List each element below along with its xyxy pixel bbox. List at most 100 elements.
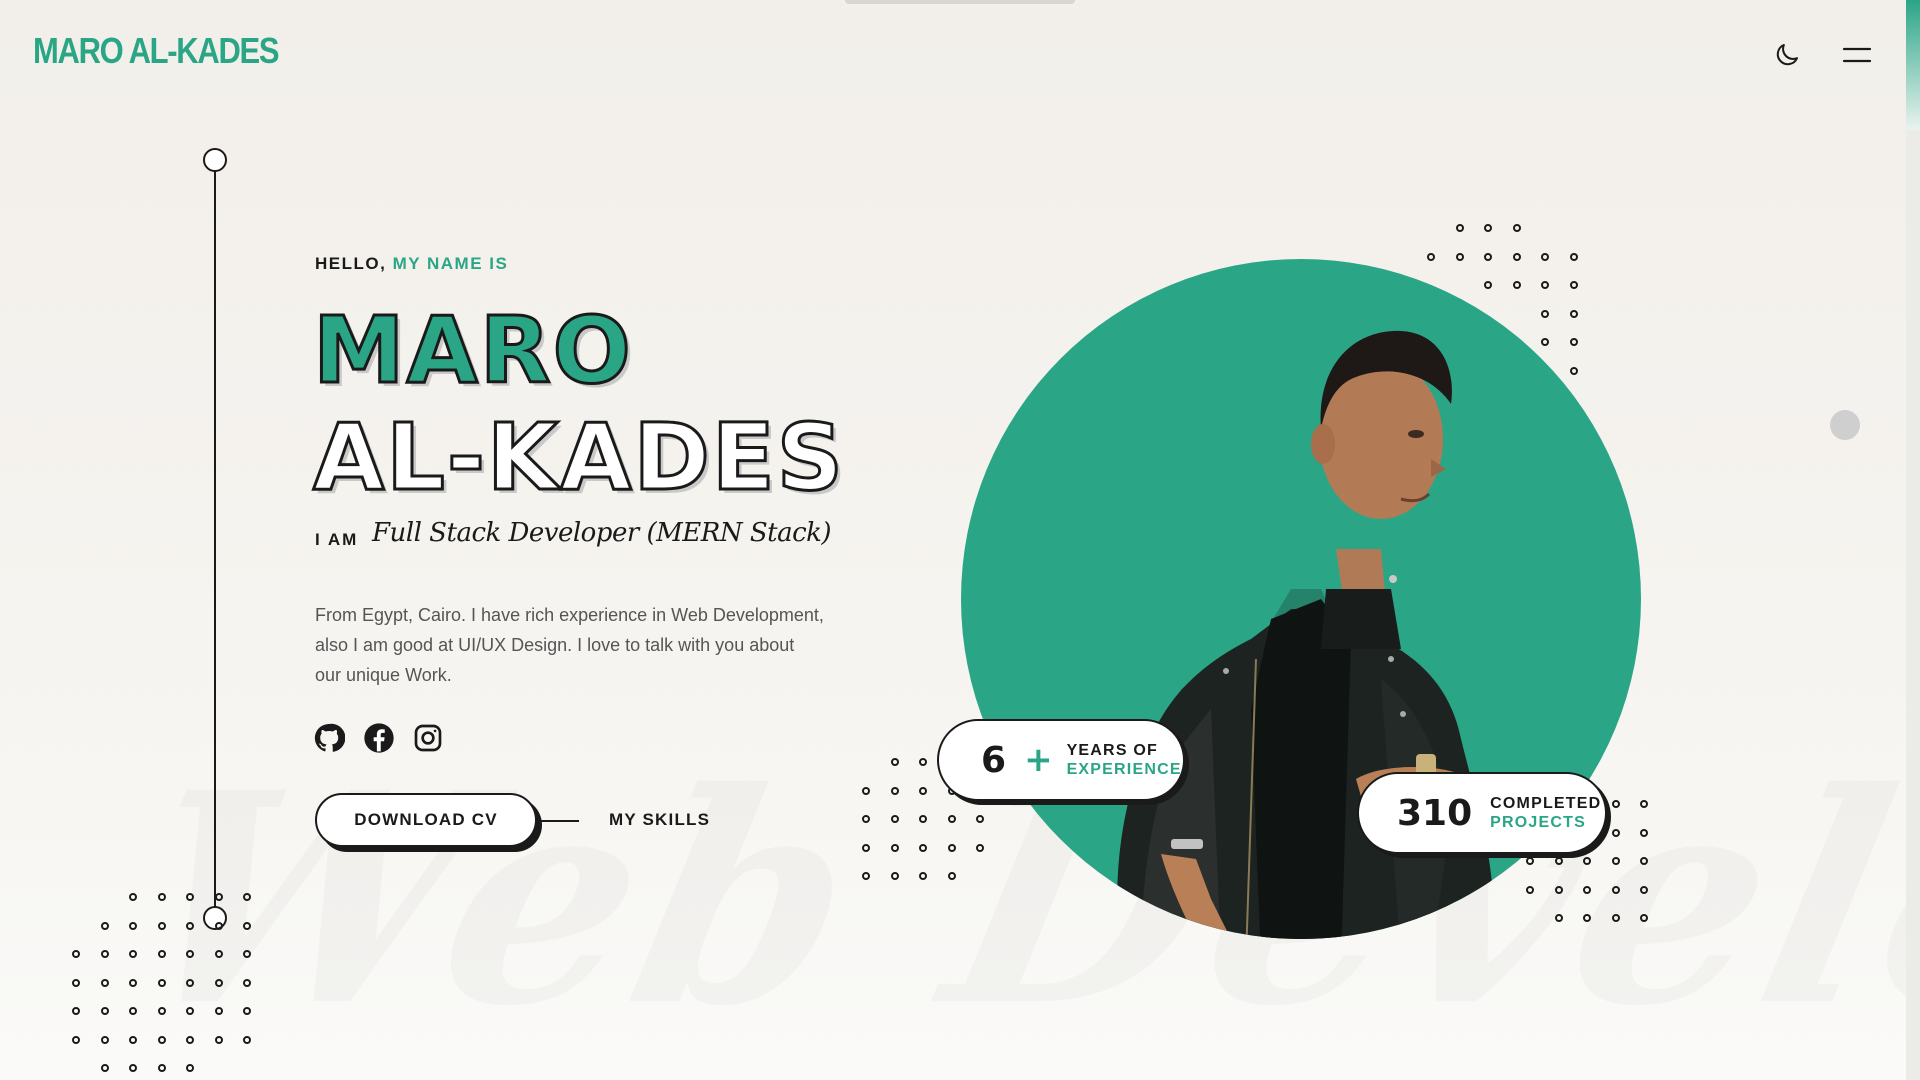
decorative-dot: [100, 1007, 109, 1015]
decorative-dot: [186, 921, 194, 930]
decorative-dot: [186, 1064, 194, 1072]
decorative-dot: [100, 1064, 109, 1072]
decorative-dot: [157, 893, 166, 901]
decorative-dot: [157, 1007, 166, 1015]
decorative-dot: [862, 786, 870, 795]
decorative-dot: [919, 843, 927, 852]
decorative-dot: [890, 843, 899, 852]
decorative-dot: [1484, 224, 1492, 232]
decorative-dot: [1484, 252, 1492, 261]
decorative-dot: [129, 893, 137, 901]
experience-plus: +: [1024, 740, 1053, 780]
button-connector-line: [539, 820, 579, 822]
decorative-dot: [1583, 914, 1591, 922]
decorative-dot: [129, 950, 137, 958]
download-cv-button[interactable]: DOWNLOAD CV: [315, 793, 537, 847]
decorative-dot: [1640, 914, 1648, 922]
decorative-dot: [1427, 252, 1435, 261]
decorative-dot: [1526, 857, 1534, 865]
decorative-dot: [919, 786, 927, 795]
moon-icon[interactable]: [1772, 40, 1802, 70]
decorative-dot: [1583, 885, 1591, 894]
projects-label-line2: PROJECTS: [1490, 814, 1586, 831]
decorative-dot: [919, 872, 927, 880]
decorative-dot: [947, 843, 956, 852]
decorative-dot: [1611, 914, 1620, 922]
decorative-dot: [72, 1007, 80, 1015]
decorative-dot: [214, 893, 223, 901]
decorative-dot: [157, 1035, 166, 1044]
decorative-dot: [243, 893, 251, 901]
facebook-icon[interactable]: [363, 722, 395, 754]
decorative-dot: [214, 921, 223, 930]
decorative-dot: [862, 815, 870, 823]
decorative-dot: [100, 978, 109, 987]
decorative-dot: [1541, 338, 1549, 346]
github-icon[interactable]: [313, 722, 346, 754]
decorative-dot: [129, 1007, 137, 1015]
decorative-dot: [1541, 281, 1549, 289]
decorative-dot: [919, 758, 927, 766]
decorative-dot: [1569, 338, 1578, 346]
decorative-dot: [890, 786, 899, 795]
decorative-dot: [862, 872, 870, 880]
greeting: HELLO, MY NAME IS: [315, 254, 508, 274]
decorative-dot: [976, 843, 984, 852]
decorative-dot: [890, 872, 899, 880]
decorative-dot: [186, 978, 194, 987]
last-name-heading: AL-KADES: [312, 404, 845, 511]
projects-label-line1: COMPLETED: [1490, 795, 1602, 812]
floating-decorative-dot: [1830, 410, 1860, 440]
decorative-dot: [890, 815, 899, 823]
my-skills-link[interactable]: MY SKILLS: [609, 810, 710, 830]
decorative-dot: [129, 921, 137, 930]
decorative-dot: [72, 950, 80, 958]
decorative-dot: [186, 1007, 194, 1015]
decorative-dot: [100, 921, 109, 930]
projects-value: 310: [1397, 792, 1473, 834]
decorative-dot: [1541, 252, 1549, 261]
decorative-dot: [157, 1064, 166, 1072]
top-tab-indicator: [845, 0, 1075, 4]
decorative-dot: [186, 1035, 194, 1044]
decorative-dot: [243, 950, 251, 958]
hamburger-menu-icon[interactable]: [1842, 46, 1872, 64]
decorative-dot: [1611, 828, 1620, 837]
decorative-dot: [1640, 828, 1648, 837]
decorative-dot: [214, 1007, 223, 1015]
site-logo[interactable]: MARO AL-KADES: [33, 30, 280, 72]
decorative-dot: [1569, 309, 1578, 318]
decorative-dot: [1455, 224, 1464, 232]
decorative-dot: [129, 1035, 137, 1044]
decorative-dot: [100, 1035, 109, 1044]
decorative-dot: [72, 1035, 80, 1044]
first-name-heading: MARO: [312, 297, 633, 404]
decorative-dot: [214, 1035, 223, 1044]
decorative-dot: [129, 978, 137, 987]
decorative-dot: [1512, 281, 1521, 289]
decorative-dot: [1541, 309, 1549, 318]
decorative-dot: [243, 978, 251, 987]
decorative-dot: [157, 978, 166, 987]
decorative-dot: [1526, 885, 1534, 894]
experience-label-line2: EXPERIENCE: [1066, 761, 1182, 778]
page-scrollbar[interactable]: [1906, 0, 1920, 1080]
decorative-dot: [1554, 914, 1563, 922]
decorative-dot: [100, 950, 109, 958]
decorative-dot: [1484, 281, 1492, 289]
decorative-dot: [1554, 857, 1563, 865]
decorative-dot: [1640, 800, 1648, 808]
decorative-dot: [157, 950, 166, 958]
decorative-dot: [1583, 857, 1591, 865]
decorative-dot: [186, 950, 194, 958]
role-title: Full Stack Developer (MERN Stack): [372, 518, 832, 548]
decorative-dot: [1554, 885, 1563, 894]
decorative-dot: [157, 921, 166, 930]
greeting-my-name-is: MY NAME IS: [392, 254, 509, 273]
intro-description: From Egypt, Cairo. I have rich experienc…: [315, 605, 824, 685]
instagram-icon[interactable]: [412, 722, 444, 754]
greeting-hello: HELLO,: [315, 254, 387, 273]
scrollbar-thumb[interactable]: [1906, 0, 1920, 130]
decorative-dot: [1569, 366, 1578, 375]
decorative-dot: [72, 978, 80, 987]
